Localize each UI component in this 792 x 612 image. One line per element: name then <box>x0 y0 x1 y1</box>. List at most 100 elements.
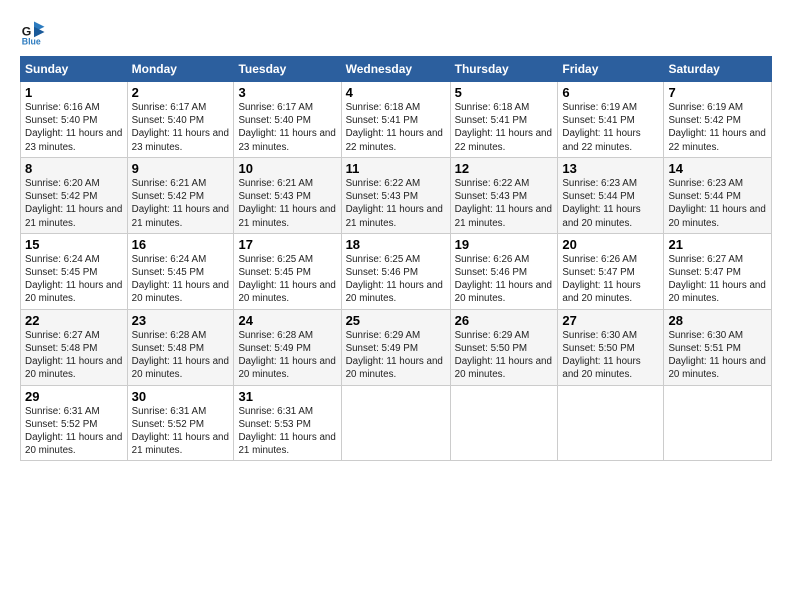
calendar-cell <box>450 385 558 461</box>
day-number: 22 <box>25 313 123 328</box>
day-number: 10 <box>238 161 336 176</box>
day-info: Sunrise: 6:16 AM Sunset: 5:40 PM Dayligh… <box>25 101 123 154</box>
day-number: 27 <box>562 313 659 328</box>
day-number: 3 <box>238 85 336 100</box>
calendar-cell: 2 Sunrise: 6:17 AM Sunset: 5:40 PM Dayli… <box>127 82 234 158</box>
calendar-cell <box>664 385 772 461</box>
day-number: 17 <box>238 237 336 252</box>
calendar-cell: 4 Sunrise: 6:18 AM Sunset: 5:41 PM Dayli… <box>341 82 450 158</box>
calendar-cell: 21 Sunrise: 6:27 AM Sunset: 5:47 PM Dayl… <box>664 233 772 309</box>
day-info: Sunrise: 6:22 AM Sunset: 5:43 PM Dayligh… <box>455 177 554 230</box>
day-info: Sunrise: 6:29 AM Sunset: 5:50 PM Dayligh… <box>455 329 554 382</box>
calendar-table: Sunday Monday Tuesday Wednesday Thursday… <box>20 56 772 461</box>
day-info: Sunrise: 6:31 AM Sunset: 5:52 PM Dayligh… <box>25 405 123 458</box>
day-info: Sunrise: 6:25 AM Sunset: 5:46 PM Dayligh… <box>346 253 446 306</box>
day-info: Sunrise: 6:21 AM Sunset: 5:42 PM Dayligh… <box>132 177 230 230</box>
day-info: Sunrise: 6:24 AM Sunset: 5:45 PM Dayligh… <box>25 253 123 306</box>
day-number: 8 <box>25 161 123 176</box>
day-number: 12 <box>455 161 554 176</box>
day-number: 28 <box>668 313 767 328</box>
day-info: Sunrise: 6:23 AM Sunset: 5:44 PM Dayligh… <box>562 177 659 230</box>
calendar-cell: 26 Sunrise: 6:29 AM Sunset: 5:50 PM Dayl… <box>450 309 558 385</box>
day-info: Sunrise: 6:29 AM Sunset: 5:49 PM Dayligh… <box>346 329 446 382</box>
calendar-cell: 18 Sunrise: 6:25 AM Sunset: 5:46 PM Dayl… <box>341 233 450 309</box>
day-number: 4 <box>346 85 446 100</box>
day-info: Sunrise: 6:20 AM Sunset: 5:42 PM Dayligh… <box>25 177 123 230</box>
day-number: 21 <box>668 237 767 252</box>
day-number: 15 <box>25 237 123 252</box>
day-number: 23 <box>132 313 230 328</box>
day-number: 2 <box>132 85 230 100</box>
calendar-cell: 1 Sunrise: 6:16 AM Sunset: 5:40 PM Dayli… <box>21 82 128 158</box>
day-info: Sunrise: 6:24 AM Sunset: 5:45 PM Dayligh… <box>132 253 230 306</box>
day-info: Sunrise: 6:28 AM Sunset: 5:48 PM Dayligh… <box>132 329 230 382</box>
day-info: Sunrise: 6:21 AM Sunset: 5:43 PM Dayligh… <box>238 177 336 230</box>
day-info: Sunrise: 6:22 AM Sunset: 5:43 PM Dayligh… <box>346 177 446 230</box>
day-info: Sunrise: 6:19 AM Sunset: 5:41 PM Dayligh… <box>562 101 659 154</box>
day-info: Sunrise: 6:18 AM Sunset: 5:41 PM Dayligh… <box>346 101 446 154</box>
header-friday: Friday <box>558 57 664 82</box>
day-info: Sunrise: 6:31 AM Sunset: 5:52 PM Dayligh… <box>132 405 230 458</box>
calendar-cell: 8 Sunrise: 6:20 AM Sunset: 5:42 PM Dayli… <box>21 157 128 233</box>
day-number: 14 <box>668 161 767 176</box>
day-info: Sunrise: 6:17 AM Sunset: 5:40 PM Dayligh… <box>132 101 230 154</box>
day-number: 13 <box>562 161 659 176</box>
calendar-cell: 27 Sunrise: 6:30 AM Sunset: 5:50 PM Dayl… <box>558 309 664 385</box>
logo-icon: G Blue <box>20 18 48 46</box>
day-number: 29 <box>25 389 123 404</box>
calendar-cell: 13 Sunrise: 6:23 AM Sunset: 5:44 PM Dayl… <box>558 157 664 233</box>
calendar-cell: 20 Sunrise: 6:26 AM Sunset: 5:47 PM Dayl… <box>558 233 664 309</box>
calendar-week-row: 15 Sunrise: 6:24 AM Sunset: 5:45 PM Dayl… <box>21 233 772 309</box>
calendar-week-row: 1 Sunrise: 6:16 AM Sunset: 5:40 PM Dayli… <box>21 82 772 158</box>
calendar-cell: 10 Sunrise: 6:21 AM Sunset: 5:43 PM Dayl… <box>234 157 341 233</box>
day-info: Sunrise: 6:31 AM Sunset: 5:53 PM Dayligh… <box>238 405 336 458</box>
calendar-cell: 15 Sunrise: 6:24 AM Sunset: 5:45 PM Dayl… <box>21 233 128 309</box>
header-sunday: Sunday <box>21 57 128 82</box>
calendar-page: G Blue Sunday Monday Tuesday Wednesda <box>0 0 792 612</box>
calendar-cell: 31 Sunrise: 6:31 AM Sunset: 5:53 PM Dayl… <box>234 385 341 461</box>
calendar-cell: 28 Sunrise: 6:30 AM Sunset: 5:51 PM Dayl… <box>664 309 772 385</box>
day-info: Sunrise: 6:26 AM Sunset: 5:46 PM Dayligh… <box>455 253 554 306</box>
calendar-cell <box>341 385 450 461</box>
calendar-week-row: 29 Sunrise: 6:31 AM Sunset: 5:52 PM Dayl… <box>21 385 772 461</box>
day-info: Sunrise: 6:17 AM Sunset: 5:40 PM Dayligh… <box>238 101 336 154</box>
page-header: G Blue <box>20 18 772 46</box>
day-info: Sunrise: 6:27 AM Sunset: 5:48 PM Dayligh… <box>25 329 123 382</box>
calendar-cell: 23 Sunrise: 6:28 AM Sunset: 5:48 PM Dayl… <box>127 309 234 385</box>
calendar-cell: 19 Sunrise: 6:26 AM Sunset: 5:46 PM Dayl… <box>450 233 558 309</box>
day-number: 30 <box>132 389 230 404</box>
calendar-week-row: 8 Sunrise: 6:20 AM Sunset: 5:42 PM Dayli… <box>21 157 772 233</box>
calendar-cell: 24 Sunrise: 6:28 AM Sunset: 5:49 PM Dayl… <box>234 309 341 385</box>
logo: G Blue <box>20 18 52 46</box>
day-info: Sunrise: 6:18 AM Sunset: 5:41 PM Dayligh… <box>455 101 554 154</box>
calendar-cell: 12 Sunrise: 6:22 AM Sunset: 5:43 PM Dayl… <box>450 157 558 233</box>
day-info: Sunrise: 6:30 AM Sunset: 5:50 PM Dayligh… <box>562 329 659 382</box>
day-number: 19 <box>455 237 554 252</box>
header-thursday: Thursday <box>450 57 558 82</box>
day-number: 31 <box>238 389 336 404</box>
calendar-cell: 16 Sunrise: 6:24 AM Sunset: 5:45 PM Dayl… <box>127 233 234 309</box>
calendar-cell: 6 Sunrise: 6:19 AM Sunset: 5:41 PM Dayli… <box>558 82 664 158</box>
header-wednesday: Wednesday <box>341 57 450 82</box>
day-number: 16 <box>132 237 230 252</box>
day-number: 5 <box>455 85 554 100</box>
day-number: 25 <box>346 313 446 328</box>
day-number: 20 <box>562 237 659 252</box>
day-number: 11 <box>346 161 446 176</box>
calendar-cell <box>558 385 664 461</box>
calendar-body: 1 Sunrise: 6:16 AM Sunset: 5:40 PM Dayli… <box>21 82 772 461</box>
header-monday: Monday <box>127 57 234 82</box>
calendar-cell: 30 Sunrise: 6:31 AM Sunset: 5:52 PM Dayl… <box>127 385 234 461</box>
svg-text:Blue: Blue <box>22 36 41 46</box>
calendar-cell: 29 Sunrise: 6:31 AM Sunset: 5:52 PM Dayl… <box>21 385 128 461</box>
calendar-cell: 9 Sunrise: 6:21 AM Sunset: 5:42 PM Dayli… <box>127 157 234 233</box>
day-number: 6 <box>562 85 659 100</box>
day-info: Sunrise: 6:30 AM Sunset: 5:51 PM Dayligh… <box>668 329 767 382</box>
day-number: 24 <box>238 313 336 328</box>
calendar-week-row: 22 Sunrise: 6:27 AM Sunset: 5:48 PM Dayl… <box>21 309 772 385</box>
calendar-cell: 3 Sunrise: 6:17 AM Sunset: 5:40 PM Dayli… <box>234 82 341 158</box>
day-number: 26 <box>455 313 554 328</box>
day-number: 1 <box>25 85 123 100</box>
day-number: 9 <box>132 161 230 176</box>
weekday-header-row: Sunday Monday Tuesday Wednesday Thursday… <box>21 57 772 82</box>
